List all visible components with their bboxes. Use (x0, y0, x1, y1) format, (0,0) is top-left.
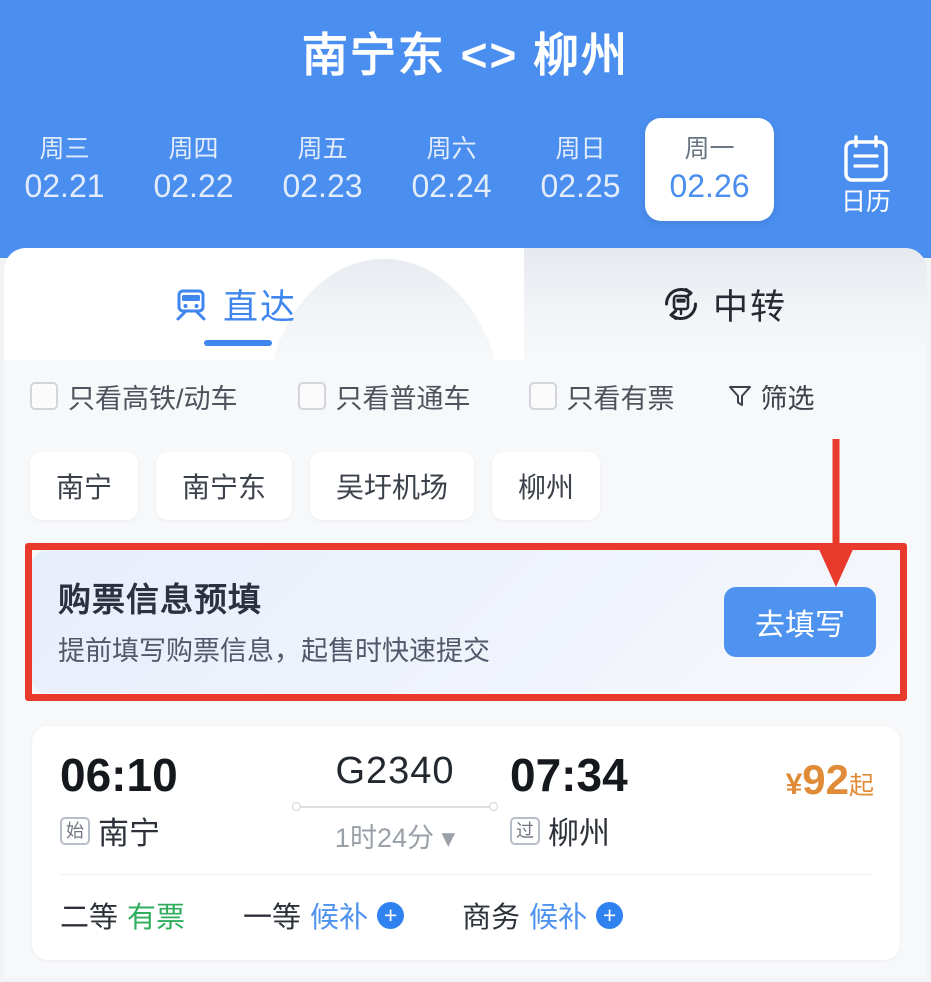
departure-station-badge: 始 (60, 816, 90, 845)
date-number: 02.22 (153, 168, 234, 204)
highlight-box-annotation (25, 543, 907, 701)
departure-time: 06:10 (60, 749, 178, 801)
date-cell-3[interactable]: 周六 02.24 (387, 118, 516, 206)
filter-button-label: 筛选 (760, 383, 815, 414)
down-arrow-annotation (817, 439, 855, 587)
checkbox-box[interactable] (528, 382, 557, 410)
departure-station-name: 南宁 (98, 816, 160, 851)
active-tab-underline (204, 340, 272, 346)
date-number: 02.25 (540, 168, 621, 204)
date-number: 02.24 (411, 168, 492, 204)
price-currency: ¥ (785, 768, 803, 801)
checkbox-highspeed-only[interactable]: 只看高铁/动车 (30, 377, 238, 416)
duration-toggle[interactable]: 1时24分 ▾ (290, 816, 500, 855)
card-divider (60, 874, 872, 875)
app-header: 南宁东 <> 柳州 周三 02.21 周四 02.22 周五 02.23 周六 … (0, 0, 931, 258)
duration-bar (298, 806, 492, 808)
calendar-label: 日历 (840, 188, 891, 216)
seat-class-name: 商务 (462, 902, 521, 934)
date-cell-1[interactable]: 周四 02.22 (129, 118, 258, 206)
add-waitlist-icon[interactable]: + (377, 901, 405, 929)
filter-button[interactable]: 筛选 (727, 377, 815, 416)
price-block: ¥92起 (786, 756, 874, 804)
date-number: 02.21 (24, 168, 105, 204)
date-cell-0[interactable]: 周三 02.21 (0, 118, 129, 206)
station-chip-list: 南宁 南宁东 吴圩机场 柳州 (4, 446, 927, 526)
date-cell-4[interactable]: 周日 02.25 (516, 118, 645, 206)
add-waitlist-icon[interactable]: + (596, 901, 624, 929)
price-amount: 92 (802, 756, 849, 803)
train-number: G2340 (335, 750, 455, 792)
checkbox-box[interactable] (30, 382, 58, 410)
departure-station-line: 始 南宁 (60, 808, 178, 853)
transfer-train-icon (664, 288, 697, 320)
seat-class-status: 有票 (127, 902, 186, 934)
date-number: 02.23 (282, 168, 363, 204)
page-title: 南宁东 <> 柳州 (301, 29, 630, 81)
seat-class-business[interactable]: 商务 候补 + (462, 894, 624, 936)
arrival-time: 07:34 (510, 749, 628, 801)
station-chip-0[interactable]: 南宁 (30, 452, 139, 520)
checkbox-label: 只看有票 (566, 383, 675, 414)
arrival-station-name: 柳州 (548, 816, 610, 851)
app-root: 南宁东 <> 柳州 周三 02.21 周四 02.22 周五 02.23 周六 … (0, 0, 931, 982)
arrival-block: 07:34 过 柳州 (510, 748, 628, 853)
date-number: 02.26 (669, 168, 750, 204)
date-cell-2[interactable]: 周五 02.23 (258, 118, 387, 206)
price-suffix: 起 (848, 772, 874, 800)
checkbox-normal-only[interactable]: 只看普通车 (297, 377, 471, 416)
seat-class-row: 二等 有票 一等 候补 + 商务 候补 + (60, 894, 624, 936)
seat-class-second[interactable]: 二等 有票 (60, 894, 185, 936)
seat-class-status: 候补 (310, 902, 369, 934)
funnel-icon (728, 386, 751, 406)
train-list-item[interactable]: 06:10 始 南宁 G2340 1时24分 ▾ 07:34 过 柳州 ¥92起… (32, 726, 900, 960)
seat-class-name: 二等 (60, 902, 119, 934)
tab-bar: 直达 中转 (4, 248, 927, 360)
calendar-button[interactable]: 日历 (807, 118, 925, 218)
checkbox-box[interactable] (297, 382, 326, 410)
train-icon (176, 289, 206, 321)
date-cell-5-selected[interactable]: 周一 02.26 (645, 118, 774, 221)
calendar-icon (844, 135, 888, 182)
date-weekday: 周日 (555, 135, 606, 163)
train-middle-block: G2340 1时24分 ▾ (290, 748, 500, 855)
tab-transfer-label: 中转 (712, 287, 787, 327)
seat-class-first[interactable]: 一等 候补 + (243, 894, 405, 936)
checkbox-label: 只看高铁/动车 (68, 383, 238, 414)
tab-direct-label: 直达 (222, 287, 297, 327)
train-row-main: 06:10 始 南宁 G2340 1时24分 ▾ 07:34 过 柳州 ¥92起 (32, 726, 900, 866)
arrival-station-line: 过 柳州 (510, 808, 628, 853)
arrival-station-badge: 过 (510, 816, 540, 845)
seat-class-status: 候补 (529, 902, 588, 934)
date-weekday: 周三 (39, 135, 90, 163)
chevron-down-icon: ▾ (441, 823, 456, 853)
duration-text: 1时24分 (334, 823, 434, 853)
date-weekday: 周四 (168, 135, 219, 163)
checkbox-label: 只看普通车 (335, 383, 471, 414)
filter-row: 只看高铁/动车 只看普通车 只看有票 筛选 (4, 360, 927, 432)
station-chip-3[interactable]: 柳州 (492, 452, 601, 520)
tab-transfer[interactable]: 中转 (564, 248, 884, 360)
duration-line (290, 800, 500, 814)
date-weekday: 周一 (684, 135, 735, 163)
date-selector: 周三 02.21 周四 02.22 周五 02.23 周六 02.24 周日 0… (0, 118, 931, 230)
station-chip-2[interactable]: 吴圩机场 (310, 452, 475, 520)
seat-class-name: 一等 (243, 902, 302, 934)
checkbox-available-only[interactable]: 只看有票 (528, 377, 675, 416)
date-weekday: 周五 (297, 135, 348, 163)
date-weekday: 周六 (426, 135, 477, 163)
duration-dot-end (489, 802, 498, 811)
duration-dot-start (292, 802, 301, 811)
departure-block: 06:10 始 南宁 (60, 748, 178, 853)
station-chip-1[interactable]: 南宁东 (156, 452, 293, 520)
